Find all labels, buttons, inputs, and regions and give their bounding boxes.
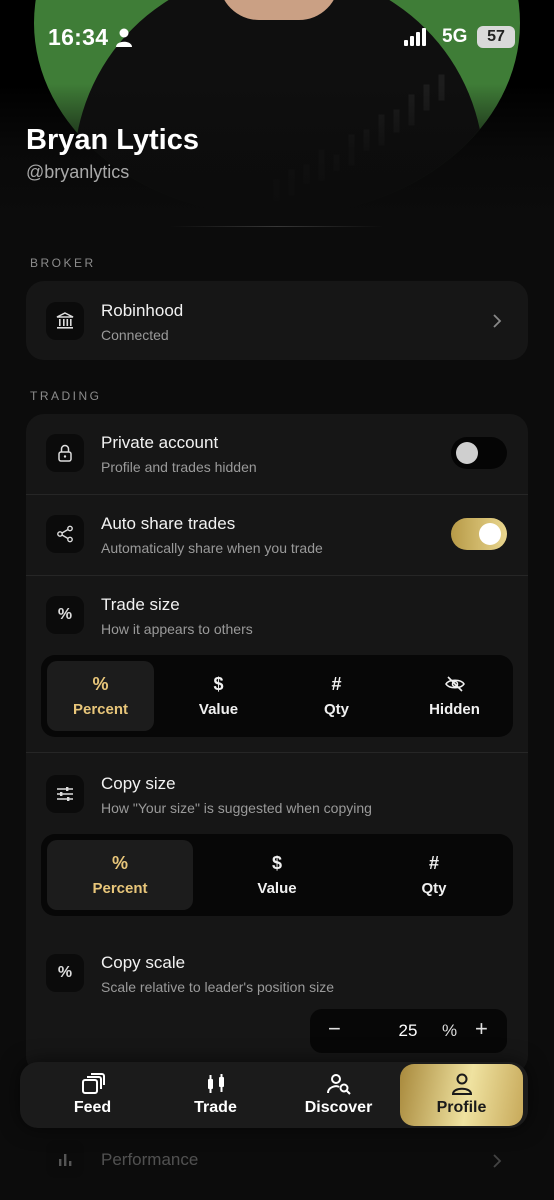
copy-size-option-value[interactable]: $ Value [204, 840, 350, 910]
performance-row[interactable]: Performance [26, 1130, 528, 1200]
trade-size-option-value[interactable]: $ Value [165, 661, 272, 731]
trade-size-segmented-control: % Percent $ Value # Qty Hidden [41, 655, 513, 737]
sliders-icon [46, 775, 84, 813]
hash-symbol: # [428, 852, 439, 873]
decrement-button[interactable]: − [328, 1016, 341, 1042]
trade-size-option-percent[interactable]: % Percent [47, 661, 154, 731]
profile-name: Bryan Lytics [26, 124, 199, 156]
copy-size-option-qty[interactable]: # Qty [361, 840, 507, 910]
nav-label: Trade [194, 1099, 237, 1116]
copy-scale-unit: % [442, 1021, 458, 1040]
auto-share-subtitle: Automatically share when you trade [101, 540, 323, 556]
bottom-nav: Feed Trade Discover Profile [20, 1062, 528, 1128]
battery-indicator: 57 [477, 26, 515, 48]
nav-item-profile[interactable]: Profile [400, 1064, 523, 1126]
lock-icon [46, 434, 84, 472]
nav-item-discover[interactable]: Discover [276, 1062, 401, 1128]
auto-share-toggle[interactable] [451, 518, 507, 550]
nav-label: Profile [436, 1099, 487, 1116]
copy-size-segmented-control: % Percent $ Value # Qty [41, 834, 513, 916]
person-icon [451, 1073, 472, 1095]
trade-size-option-qty[interactable]: # Qty [283, 661, 390, 731]
auto-share-title: Auto share trades [101, 514, 236, 533]
copy-size-subtitle: How "Your size" is suggested when copyin… [101, 800, 372, 816]
hash-symbol: # [331, 673, 342, 694]
option-label: Percent [92, 880, 148, 897]
private-account-toggle[interactable] [451, 437, 507, 469]
nav-label: Feed [73, 1099, 112, 1116]
share-icon [46, 515, 84, 553]
section-label-broker: BROKER [30, 256, 96, 270]
status-time: 16:34 [48, 24, 109, 50]
chevron-right-icon [493, 1154, 502, 1168]
dollar-symbol: $ [271, 852, 282, 873]
option-label: Hidden [429, 701, 480, 718]
option-label: Value [257, 880, 297, 897]
trade-size-title: Trade size [101, 595, 180, 614]
candles-icon [207, 1074, 224, 1093]
eye-off-icon [444, 673, 465, 695]
status-bar: 16:34 5G 57 [0, 0, 554, 76]
trade-size-option-hidden[interactable]: Hidden [401, 661, 508, 731]
dollar-symbol: $ [213, 673, 224, 694]
percent-symbol: % [92, 673, 109, 694]
broker-status: Connected [101, 327, 169, 343]
bank-icon [46, 302, 84, 340]
percent-icon: % [46, 596, 84, 634]
section-label-trading: TRADING [30, 389, 102, 403]
row-separator [26, 752, 528, 753]
increment-button[interactable]: + [475, 1016, 488, 1042]
toggle-knob [479, 523, 501, 545]
row-separator [26, 575, 528, 576]
copy-scale-stepper: − 25 % + [310, 1009, 507, 1053]
broker-name: Robinhood [101, 301, 184, 320]
chevron-right-icon [493, 314, 502, 328]
private-account-subtitle: Profile and trades hidden [101, 459, 257, 475]
option-label: Qty [323, 701, 349, 718]
percent-symbol: % [111, 852, 128, 873]
nav-label: Discover [304, 1099, 373, 1116]
discover-icon [326, 1074, 351, 1095]
copy-scale-title: Copy scale [101, 953, 186, 972]
trading-card: Private account Profile and trades hidde… [26, 414, 528, 1074]
feed-icon [81, 1073, 105, 1094]
row-separator [26, 494, 528, 495]
option-label: Percent [72, 701, 129, 718]
copy-size-option-percent[interactable]: % Percent [47, 840, 193, 910]
percent-icon: % [46, 954, 84, 992]
option-label: Qty [421, 880, 447, 897]
header-divider [170, 226, 384, 227]
nav-item-feed[interactable]: Feed [30, 1062, 155, 1128]
toggle-knob [456, 442, 478, 464]
broker-row[interactable]: Robinhood Connected [26, 281, 528, 360]
signal-icon [404, 28, 426, 46]
copy-size-title: Copy size [101, 774, 176, 793]
trade-size-subtitle: How it appears to others [101, 621, 253, 637]
profile-handle: @bryanlytics [26, 162, 130, 182]
person-icon [116, 28, 132, 47]
nav-item-trade[interactable]: Trade [153, 1062, 278, 1128]
option-label: Value [198, 701, 239, 718]
copy-scale-subtitle: Scale relative to leader's position size [101, 979, 335, 995]
bar-chart-icon [46, 1140, 84, 1178]
network-type: 5G [442, 26, 468, 47]
performance-title: Performance [101, 1150, 199, 1169]
private-account-title: Private account [101, 433, 219, 452]
copy-scale-value[interactable]: 25 [380, 1021, 436, 1041]
